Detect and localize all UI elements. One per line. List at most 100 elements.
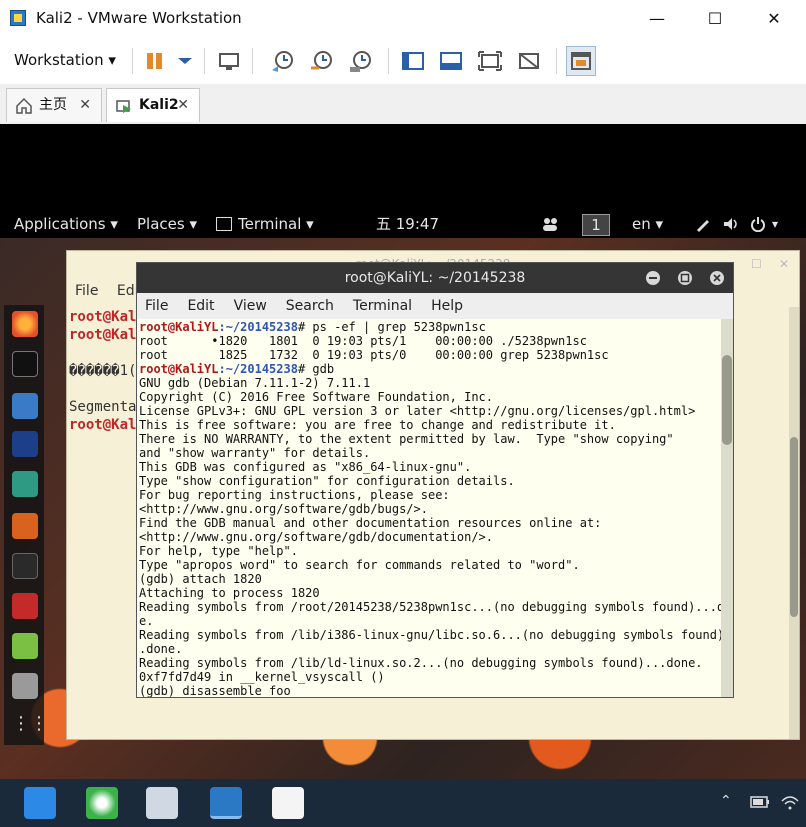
power-menu-chevron[interactable]: ▾ <box>772 210 778 238</box>
photos-icon[interactable] <box>272 787 304 819</box>
line-text: Find the GDB manual and other documentat… <box>139 516 602 530</box>
close-button[interactable]: ✕ <box>762 8 786 30</box>
line-text: Attaching to process 1820 <box>139 586 320 600</box>
vmware-app-icon <box>10 10 26 26</box>
maximize-icon[interactable]: ☐ <box>751 257 762 271</box>
pause-dropdown-button[interactable] <box>170 46 200 76</box>
places-menu[interactable]: Places ▾ <box>137 210 197 238</box>
close-icon[interactable]: ✕ <box>79 89 91 121</box>
applications-menu[interactable]: Applications ▾ <box>14 210 118 238</box>
vmware-taskbar-icon[interactable] <box>210 787 242 819</box>
background-terminal-scrollbar[interactable] <box>789 307 799 739</box>
workspace-indicator[interactable]: 1 <box>582 214 610 236</box>
terminal-output[interactable]: root@KaliYL:~/20145238# ps -ef | grep 52… <box>137 319 721 697</box>
line-text: This GDB was configured as "x86_64-linux… <box>139 460 472 474</box>
metasploit-icon[interactable] <box>12 431 38 457</box>
people-icon[interactable] <box>541 216 559 232</box>
line-text: ������1( <box>69 363 137 379</box>
revert-snapshot-button[interactable] <box>307 46 337 76</box>
toolbar-divider <box>556 48 557 74</box>
terminal-app-menu[interactable]: Terminal ▾ <box>238 210 314 238</box>
feishu-icon[interactable] <box>24 787 56 819</box>
clock[interactable]: 五 19:47 <box>376 210 439 238</box>
power-icon[interactable] <box>750 216 766 232</box>
background-terminal-line: ������1( <box>69 363 136 379</box>
network-icon[interactable] <box>780 793 800 811</box>
tab-kali2[interactable]: Kali2 ✕ <box>106 88 200 122</box>
console-view-button[interactable] <box>566 46 596 76</box>
menu-view[interactable]: View <box>234 298 267 314</box>
terminal-line: Reading symbols from /lib/ld-linux.so.2.… <box>137 656 721 670</box>
vm-icon <box>116 100 131 113</box>
maximize-button[interactable]: ☐ <box>703 8 727 30</box>
minimize-icon[interactable] <box>645 270 661 286</box>
terminal-title: root@KaliYL: ~/20145238 <box>344 270 526 286</box>
paint-icon[interactable] <box>146 787 178 819</box>
console-view-icon <box>571 52 591 70</box>
browser-icon[interactable] <box>86 787 118 819</box>
pause-button[interactable] <box>140 46 170 76</box>
workstation-menu[interactable]: Workstation ▾ <box>6 46 124 74</box>
line-text: (gdb) disassemble foo <box>139 684 291 697</box>
leafpad-icon[interactable] <box>12 633 38 659</box>
menu-search[interactable]: Search <box>286 298 334 314</box>
thumbnail-bar-button[interactable] <box>436 46 466 76</box>
menu-terminal[interactable]: Terminal <box>353 298 412 314</box>
line-text: There is NO WARRANTY, to the extent perm… <box>139 432 674 446</box>
files-icon[interactable] <box>12 393 38 419</box>
background-terminal-menubar: File Edit <box>75 283 144 299</box>
pen-icon[interactable] <box>695 216 711 232</box>
terminal-line: and "show warranty" for details. <box>137 446 721 460</box>
menu-help[interactable]: Help <box>431 298 463 314</box>
menu-file[interactable]: File <box>75 283 98 299</box>
fullscreen-icon <box>478 51 502 71</box>
maximize-icon[interactable] <box>677 270 693 286</box>
language-menu[interactable]: en ▾ <box>632 210 663 238</box>
line-text: Type "show configuration" for configurat… <box>139 474 515 488</box>
unity-button[interactable] <box>514 46 544 76</box>
vm-tab-strip: 主页 ✕ Kali2 ✕ <box>0 84 806 125</box>
screenshot-icon[interactable] <box>12 673 38 699</box>
vmware-toolbar: Workstation ▾ <box>0 38 806 85</box>
close-icon[interactable] <box>709 270 725 286</box>
minimize-button[interactable]: — <box>645 8 669 30</box>
terminal-dock-icon[interactable] <box>12 351 38 377</box>
gnome-dock: ⋮⋮ <box>4 305 48 745</box>
scrollbar-thumb[interactable] <box>790 437 798 617</box>
terminal-line: Copyright (C) 2016 Free Software Foundat… <box>137 390 721 404</box>
menu-edit[interactable]: Edit <box>187 298 214 314</box>
volume-icon[interactable] <box>722 216 740 232</box>
terminal-icon <box>216 217 232 231</box>
terminal-title-bar: root@KaliYL: ~/20145238 <box>137 263 733 293</box>
snapshot-manager-button[interactable] <box>346 46 376 76</box>
vmware-title-bar: Kali2 - VMware Workstation — ☐ ✕ <box>0 0 806 38</box>
terminal-line: root •1820 1801 0 19:03 pts/1 00:00:00 .… <box>137 334 721 348</box>
tab-kali2-label: Kali2 <box>139 97 179 113</box>
show-library-button[interactable] <box>398 46 428 76</box>
terminal-line: <http://www.gnu.org/software/gdb/documen… <box>137 530 721 544</box>
firefox-icon[interactable] <box>12 311 38 337</box>
menu-file[interactable]: File <box>145 298 168 314</box>
close-icon[interactable]: ✕ <box>177 89 189 121</box>
send-ctrl-alt-del-button[interactable] <box>214 46 244 76</box>
faraday-icon[interactable] <box>12 593 38 619</box>
close-icon[interactable]: ✕ <box>779 257 789 271</box>
terminal-menubar: File Edit View Search Terminal Help <box>137 293 733 319</box>
tray-expand-icon[interactable]: ⌃ <box>720 793 732 809</box>
maltego-icon[interactable] <box>12 553 38 579</box>
toolbar-divider <box>252 48 253 74</box>
terminal-scrollbar[interactable] <box>721 319 733 697</box>
snapshot-button[interactable] <box>268 46 298 76</box>
terminal-line: Find the GDB manual and other documentat… <box>137 516 721 530</box>
tab-home[interactable]: 主页 ✕ <box>6 88 102 122</box>
armitage-icon[interactable] <box>12 471 38 497</box>
line-text: For bug reporting instructions, please s… <box>139 488 450 502</box>
scrollbar-thumb[interactable] <box>722 355 732 445</box>
gnome-top-bar: Applications ▾ Places ▾ Terminal ▾ 五 19:… <box>0 210 806 238</box>
battery-icon[interactable] <box>750 795 770 809</box>
full-screen-button[interactable] <box>475 46 505 76</box>
foreground-terminal-window[interactable]: root@KaliYL: ~/20145238 File Edit View Sear… <box>136 262 734 698</box>
terminal-line: root 1825 1732 0 19:03 pts/0 00:00:00 gr… <box>137 348 721 362</box>
burpsuite-icon[interactable] <box>12 513 38 539</box>
show-apps-icon[interactable]: ⋮⋮ <box>12 713 48 739</box>
